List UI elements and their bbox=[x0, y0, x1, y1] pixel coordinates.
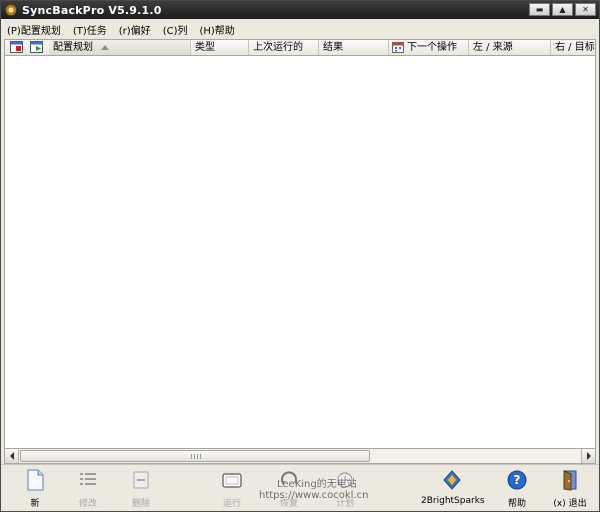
window-title: SyncBackPro V5.9.1.0 bbox=[22, 3, 162, 17]
exit-door-icon bbox=[563, 470, 577, 491]
window-controls: ▬ ▲ ✕ bbox=[529, 3, 596, 16]
arrow-left-icon bbox=[9, 452, 14, 460]
scrollbar-thumb[interactable] bbox=[20, 450, 370, 462]
run-label: 运行 bbox=[222, 499, 241, 509]
delete-label: 删除 bbox=[131, 499, 150, 509]
menu-bar: (P)配置规划 (T)任务 (r)偏好 (C)列 (H)帮助 bbox=[1, 19, 599, 39]
column-label-destination: 右 / 目标 bbox=[555, 42, 595, 53]
modify-label: 修改 bbox=[78, 499, 97, 509]
new-profile-button[interactable]: 新 bbox=[9, 467, 61, 509]
menu-preferences[interactable]: (r)偏好 bbox=[113, 22, 157, 37]
watermark-text: LeeKing的无电站 bbox=[277, 479, 357, 490]
minimize-icon: ▬ bbox=[535, 4, 544, 14]
column-label-result: 结果 bbox=[323, 42, 343, 53]
help-icon: ? bbox=[507, 470, 527, 490]
column-header-source[interactable]: 左 / 来源 bbox=[469, 40, 551, 55]
svg-text:?: ? bbox=[514, 473, 521, 487]
maximize-button[interactable]: ▲ bbox=[552, 3, 573, 16]
run-icon bbox=[222, 473, 242, 488]
profile-list[interactable] bbox=[4, 56, 596, 448]
title-bar[interactable]: SyncBackPro V5.9.1.0 ▬ ▲ ✕ bbox=[1, 1, 599, 19]
column-header-result[interactable]: 结果 bbox=[319, 40, 389, 55]
modify-profile-button[interactable]: 修改 bbox=[62, 467, 114, 509]
brightsparks-button[interactable]: 2BrightSparks bbox=[421, 467, 485, 509]
column-label-source: 左 / 来源 bbox=[473, 42, 513, 53]
profile-group-icon[interactable] bbox=[10, 41, 23, 53]
close-button[interactable]: ✕ bbox=[575, 3, 596, 16]
watermark: LeeKing的无电站 https://www.cocokl.cn bbox=[259, 475, 368, 501]
column-header-last-run[interactable]: 上次运行的 bbox=[249, 40, 319, 55]
column-header-destination[interactable]: 右 / 目标 bbox=[551, 40, 595, 55]
exit-label: (x) 退出 bbox=[553, 499, 587, 509]
schedule-icon bbox=[392, 42, 404, 53]
help-label: 帮助 bbox=[507, 499, 526, 509]
column-header-next-action[interactable]: 下一个操作 bbox=[389, 40, 469, 55]
column-label-next-action: 下一个操作 bbox=[407, 42, 457, 53]
profile-run-icon[interactable] bbox=[30, 41, 43, 53]
list-header: 配置规划 类型 上次运行的 结果 下一个操作 左 / 来源 右 / 目标 bbox=[4, 39, 596, 56]
app-logo-icon bbox=[5, 4, 17, 16]
new-label: 新 bbox=[30, 499, 40, 509]
brightsparks-logo-icon bbox=[443, 470, 461, 490]
minimize-button[interactable]: ▬ bbox=[529, 3, 550, 16]
menu-columns[interactable]: (C)列 bbox=[157, 22, 194, 37]
modify-list-icon bbox=[80, 473, 96, 485]
scroll-right-button[interactable] bbox=[581, 449, 595, 463]
delete-profile-button[interactable]: 删除 bbox=[115, 467, 167, 509]
column-header-profile[interactable]: 配置规划 bbox=[49, 40, 191, 55]
arrow-right-icon bbox=[586, 452, 591, 460]
close-icon: ✕ bbox=[582, 4, 589, 14]
maximize-icon: ▲ bbox=[559, 4, 566, 14]
grip-icon bbox=[191, 454, 201, 459]
help-button[interactable]: ? 帮助 bbox=[491, 467, 543, 509]
column-label-type: 类型 bbox=[195, 42, 215, 53]
menu-profiles[interactable]: (P)配置规划 bbox=[1, 22, 67, 37]
run-profile-button[interactable]: 运行 bbox=[206, 467, 258, 509]
brightsparks-label: 2BrightSparks bbox=[421, 496, 485, 506]
menu-help[interactable]: (H)帮助 bbox=[193, 22, 240, 37]
delete-icon bbox=[133, 471, 149, 489]
sort-ascending-icon bbox=[101, 44, 109, 50]
exit-button[interactable]: (x) 退出 bbox=[544, 467, 596, 509]
column-header-type[interactable]: 类型 bbox=[191, 40, 249, 55]
new-document-icon bbox=[27, 469, 44, 491]
column-label-profile: 配置规划 bbox=[53, 42, 93, 53]
watermark-url: https://www.cocokl.cn bbox=[259, 490, 369, 501]
column-label-last-run: 上次运行的 bbox=[253, 42, 303, 53]
menu-tasks[interactable]: (T)任务 bbox=[67, 22, 113, 37]
horizontal-scrollbar[interactable] bbox=[4, 448, 596, 464]
scroll-left-button[interactable] bbox=[5, 449, 19, 463]
app-window: SyncBackPro V5.9.1.0 ▬ ▲ ✕ (P)配置规划 (T)任务… bbox=[0, 0, 600, 512]
